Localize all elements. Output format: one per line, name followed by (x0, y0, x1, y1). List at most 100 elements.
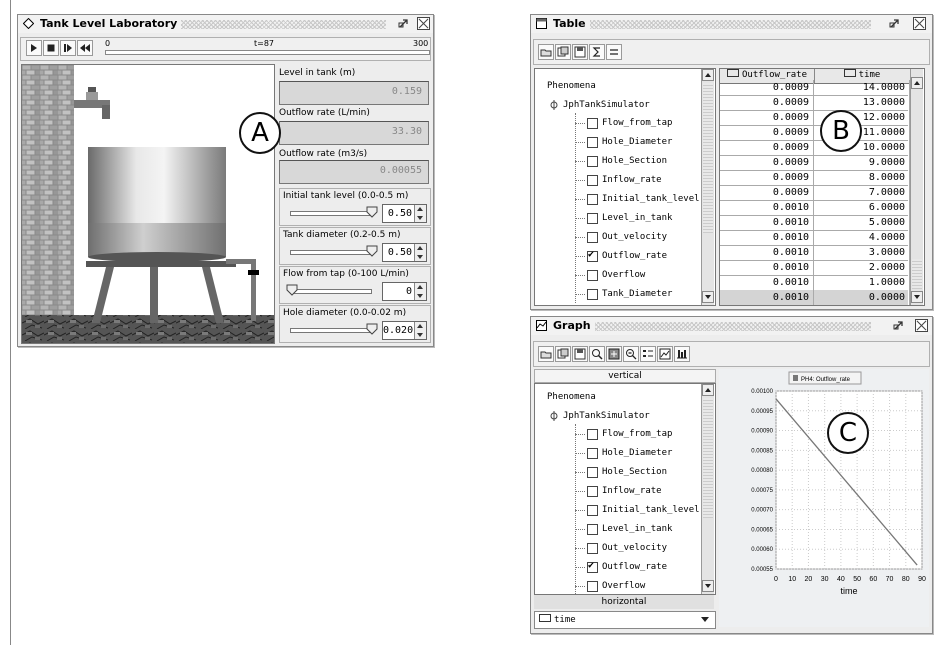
flow-from-tap-spinner[interactable]: 0 (382, 282, 427, 301)
tree-item[interactable]: Initial_tank_level (602, 501, 700, 519)
tree-item[interactable]: Out_velocity (602, 539, 667, 557)
table-row[interactable]: 0.0010 5.0000 (720, 215, 910, 231)
titlebar[interactable]: Graph (531, 317, 932, 335)
table-row[interactable]: 0.0009 12.0000 (720, 110, 910, 126)
tree-item[interactable]: Hole_Diameter (602, 444, 672, 462)
tree-root[interactable]: Phenomena (547, 77, 596, 95)
tree-node[interactable]: JphTankSimulator (563, 407, 650, 425)
checkbox[interactable] (587, 543, 598, 554)
checkbox[interactable] (587, 270, 598, 281)
tank-diameter-slider[interactable] (290, 250, 372, 255)
tree-item[interactable]: Overflow (602, 266, 645, 284)
copy-button[interactable] (555, 346, 571, 362)
table-row[interactable]: 0.0010 0.0000 (720, 290, 910, 305)
copy-button[interactable] (555, 44, 571, 60)
checkbox[interactable] (587, 194, 598, 205)
hole-diameter-slider[interactable] (290, 328, 372, 333)
checkbox[interactable] (587, 448, 598, 459)
table-row[interactable]: 0.0009 8.0000 (720, 170, 910, 186)
tree-item[interactable]: Hole_Diameter (602, 133, 672, 151)
tree-item[interactable]: Inflow_rate (602, 482, 662, 500)
open-button[interactable] (538, 346, 554, 362)
spinner-arrows-icon[interactable] (414, 322, 426, 339)
table-row[interactable]: 0.0009 14.0000 (720, 80, 910, 96)
tree-node[interactable]: JphTankSimulator (563, 96, 650, 114)
initial-level-spinner[interactable]: 0.50 (382, 204, 427, 223)
tree-item[interactable]: Overflow (602, 577, 645, 594)
step-forward-button[interactable] (60, 40, 76, 56)
tree-item[interactable]: Out_velocity (602, 228, 667, 246)
export-button[interactable] (674, 346, 690, 362)
tree-item[interactable]: Outflow_rate (602, 558, 667, 576)
spinner-arrows-icon[interactable] (414, 283, 426, 300)
checkbox[interactable] (587, 581, 598, 592)
close-icon[interactable] (913, 17, 926, 30)
scroll-up-icon[interactable] (702, 69, 714, 81)
slider-thumb-icon[interactable] (366, 245, 378, 257)
equals-button[interactable] (606, 44, 622, 60)
slider-thumb-icon[interactable] (366, 206, 378, 218)
checkbox[interactable] (587, 156, 598, 167)
titlebar[interactable]: Tank Level Laboratory (18, 15, 433, 33)
horizontal-axis-select[interactable]: time (534, 611, 716, 629)
close-icon[interactable] (417, 17, 430, 30)
table-row[interactable]: 0.0010 3.0000 (720, 245, 910, 261)
maximize-icon[interactable] (893, 319, 905, 331)
hole-diameter-spinner[interactable]: 0.020 (382, 321, 427, 340)
checkbox[interactable] (587, 505, 598, 516)
sum-button[interactable] (589, 44, 605, 60)
tree-item[interactable]: Hole_Section (602, 152, 667, 170)
scroll-thumb[interactable] (703, 83, 713, 233)
tree-item[interactable]: Level_in_tank (602, 520, 672, 538)
table-row[interactable]: 0.0009 9.0000 (720, 155, 910, 171)
tree-item[interactable]: Level_in_tank (602, 209, 672, 227)
close-icon[interactable] (915, 319, 928, 332)
slider-thumb-icon[interactable] (366, 323, 378, 335)
tree-root[interactable]: Phenomena (547, 388, 596, 406)
table-row[interactable]: 0.0010 2.0000 (720, 260, 910, 276)
scroll-thumb[interactable] (912, 259, 922, 289)
open-button[interactable] (538, 44, 554, 60)
tree-scrollbar[interactable] (701, 69, 714, 305)
table-row[interactable]: 0.0009 13.0000 (720, 95, 910, 111)
slider-thumb-icon[interactable] (286, 284, 298, 296)
chevron-down-icon[interactable] (700, 616, 710, 624)
tree-item[interactable]: Flow_from_tap (602, 425, 672, 443)
spinner-arrows-icon[interactable] (414, 244, 426, 261)
initial-level-slider[interactable] (290, 211, 372, 216)
zoom-in-button[interactable] (589, 346, 605, 362)
play-button[interactable] (26, 40, 42, 56)
scroll-up-icon[interactable] (702, 384, 714, 396)
tree-item[interactable]: Hole_Section (602, 463, 667, 481)
checkbox[interactable] (587, 213, 598, 224)
checkbox[interactable] (587, 524, 598, 535)
chart-button[interactable] (657, 346, 673, 362)
tree-item[interactable]: Inflow_rate (602, 171, 662, 189)
checkbox[interactable] (587, 232, 598, 243)
checkbox[interactable] (587, 137, 598, 148)
tree-scrollbar[interactable] (701, 384, 714, 594)
tree-item[interactable]: Tank_Diameter (602, 285, 672, 303)
checkbox[interactable] (587, 429, 598, 440)
scroll-down-icon[interactable] (702, 580, 714, 592)
tree-item[interactable]: Flow_from_tap (602, 114, 672, 132)
checkbox[interactable] (587, 289, 598, 300)
tank-diameter-spinner[interactable]: 0.50 (382, 243, 427, 262)
scroll-down-icon[interactable] (702, 291, 714, 303)
legend-button[interactable] (640, 346, 656, 362)
rewind-button[interactable] (77, 40, 93, 56)
maximize-icon[interactable] (398, 17, 410, 29)
table-row[interactable]: 0.0009 10.0000 (720, 140, 910, 156)
flow-from-tap-slider[interactable] (290, 289, 372, 294)
stop-button[interactable] (43, 40, 59, 56)
checkbox[interactable] (587, 118, 598, 129)
table-row[interactable]: 0.0010 6.0000 (720, 200, 910, 216)
checkbox[interactable] (587, 559, 598, 573)
timeline-slider[interactable] (105, 50, 430, 55)
scroll-up-icon[interactable] (911, 77, 923, 89)
titlebar[interactable]: Table (531, 15, 932, 33)
table-scrollbar[interactable] (910, 69, 923, 305)
table-row[interactable]: 0.0010 4.0000 (720, 230, 910, 246)
checkbox[interactable] (587, 175, 598, 186)
table-row[interactable]: 0.0009 11.0000 (720, 125, 910, 141)
